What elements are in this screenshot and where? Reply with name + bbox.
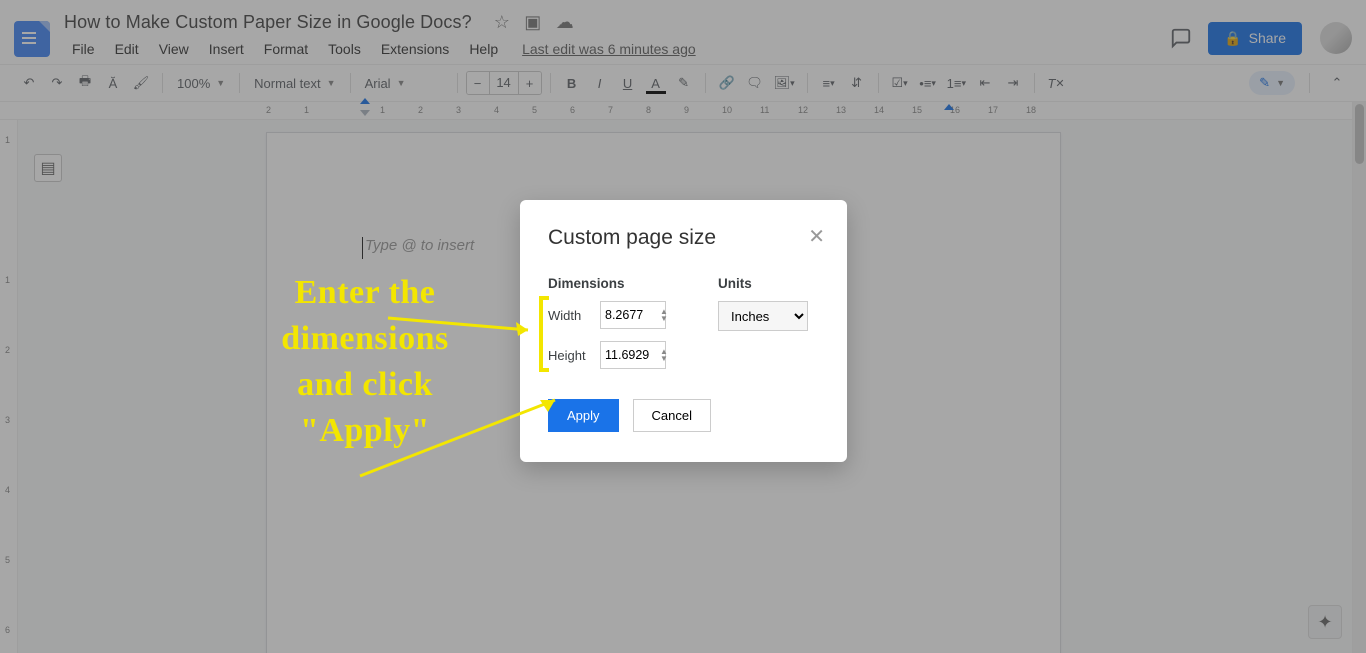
width-input[interactable] [600, 301, 666, 329]
height-spinner[interactable]: ▲▼ [660, 348, 672, 362]
units-label: Units [718, 276, 808, 291]
dimensions-label: Dimensions [548, 276, 688, 291]
cancel-button[interactable]: Cancel [633, 399, 711, 432]
custom-page-size-dialog: Custom page size ✕ Dimensions Width ▲▼ H… [520, 200, 847, 462]
dialog-title: Custom page size [548, 226, 819, 250]
close-icon[interactable]: ✕ [808, 224, 825, 249]
height-input[interactable] [600, 341, 666, 369]
width-label: Width [548, 308, 592, 323]
apply-button[interactable]: Apply [548, 399, 619, 432]
units-select[interactable]: Inches [718, 301, 808, 331]
width-spinner[interactable]: ▲▼ [660, 308, 672, 322]
height-label: Height [548, 348, 592, 363]
annotation-bracket [539, 296, 549, 372]
